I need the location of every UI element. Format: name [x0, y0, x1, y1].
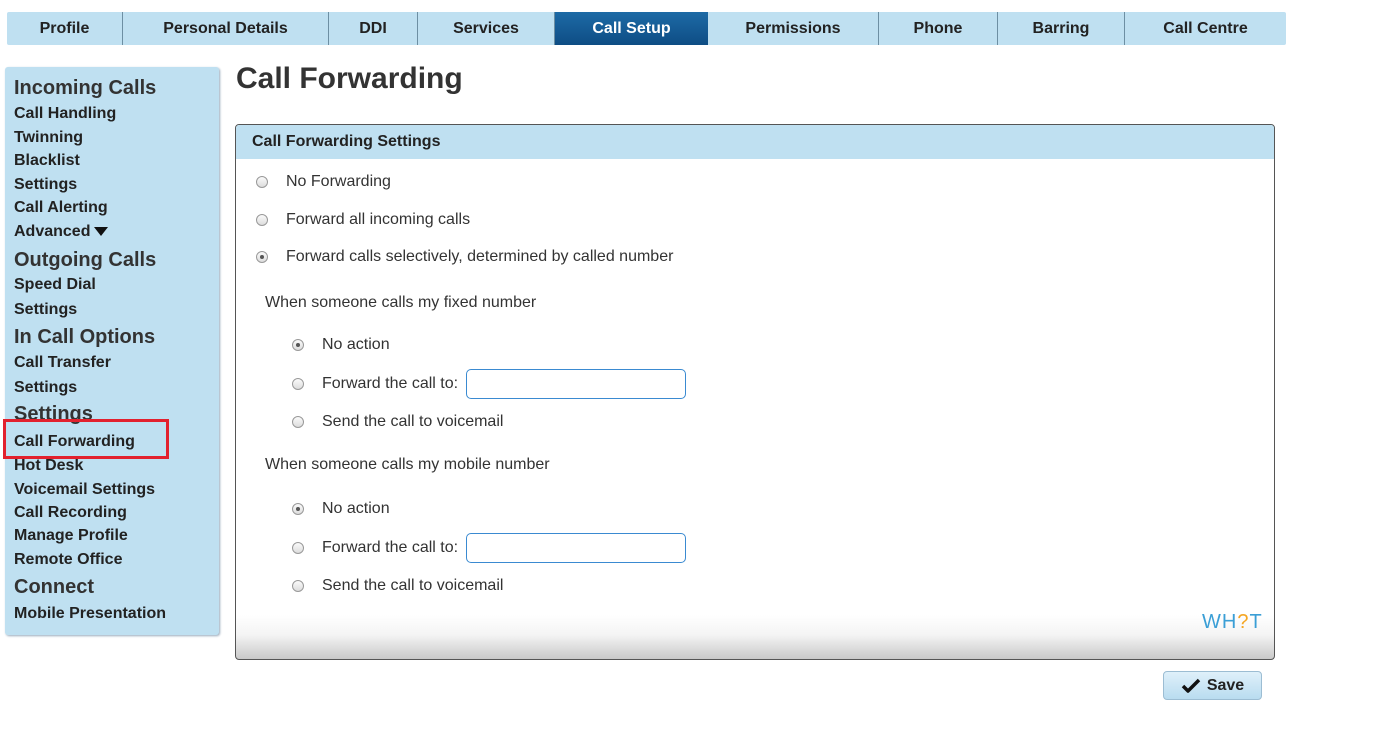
tab-barring[interactable]: Barring [998, 12, 1125, 45]
sidebar-item-outgoing-settings[interactable]: Settings [14, 301, 77, 319]
sidebar-item-manage-profile[interactable]: Manage Profile [14, 527, 128, 545]
mobile-number-heading-label: When someone calls my mobile number [265, 456, 550, 473]
whot-logo: WH?T [1202, 611, 1263, 634]
sidebar-item-remote-office[interactable]: Remote Office [14, 551, 122, 569]
fixed-no-action-label: No action [322, 336, 390, 353]
radio-forward-selective[interactable] [256, 251, 268, 263]
sidebar-item-call-forwarding[interactable]: Call Forwarding [14, 433, 135, 451]
radio-fixed-forward[interactable] [292, 378, 304, 390]
fixed-number-heading: When someone calls my fixed number [265, 294, 536, 312]
tab-call-setup[interactable]: Call Setup [555, 12, 708, 45]
sidebar-item-mobile-presentation[interactable]: Mobile Presentation [14, 605, 166, 623]
sidebar-item-call-handling[interactable]: Call Handling [14, 105, 116, 123]
mobile-no-action-label: No action [322, 500, 390, 517]
option-no-forwarding-label: No Forwarding [286, 173, 391, 190]
sidebar-item-call-recording[interactable]: Call Recording [14, 504, 127, 522]
mobile-option-forward[interactable]: Forward the call to: [292, 533, 687, 563]
logo-text-right: T [1249, 611, 1263, 633]
fixed-option-forward[interactable]: Forward the call to: [292, 369, 687, 399]
tab-phone[interactable]: Phone [879, 12, 998, 45]
radio-fixed-voicemail[interactable] [292, 416, 304, 428]
sidebar-heading-connect: Connect [14, 576, 94, 598]
mobile-forward-label: Forward the call to: [322, 539, 459, 556]
tab-profile[interactable]: Profile [7, 12, 123, 45]
radio-mobile-no-action[interactable] [292, 503, 304, 515]
tab-services[interactable]: Services [418, 12, 555, 45]
page-title: Call Forwarding [236, 62, 463, 95]
fixed-voicemail-label: Send the call to voicemail [322, 413, 504, 430]
logo-question-mark: ? [1237, 611, 1250, 633]
radio-mobile-forward[interactable] [292, 542, 304, 554]
sidebar-item-speed-dial[interactable]: Speed Dial [14, 276, 96, 294]
option-forward-all[interactable]: Forward all incoming calls [256, 211, 470, 229]
sidebar-item-advanced-label: Advanced [14, 223, 91, 240]
save-button-label: Save [1206, 676, 1245, 694]
sidebar-heading-in-call-options: In Call Options [14, 326, 156, 348]
sidebar-item-advanced[interactable]: Advanced [14, 223, 109, 241]
sidebar-item-call-transfer[interactable]: Call Transfer [14, 354, 111, 372]
tab-personal-details[interactable]: Personal Details [123, 12, 329, 45]
mobile-option-no-action[interactable]: No action [292, 500, 390, 518]
mobile-number-heading: When someone calls my mobile number [265, 456, 550, 474]
caret-down-icon [94, 227, 109, 237]
fixed-forward-label: Forward the call to: [322, 375, 459, 392]
option-forward-selective-label: Forward calls selectively, determined by… [286, 248, 674, 265]
sidebar-item-twinning[interactable]: Twinning [14, 129, 83, 147]
sidebar-item-in-call-settings[interactable]: Settings [14, 379, 77, 397]
sidebar-item-blacklist[interactable]: Blacklist [14, 152, 80, 170]
tab-permissions[interactable]: Permissions [708, 12, 879, 45]
radio-no-forwarding[interactable] [256, 176, 268, 188]
sidebar-heading-outgoing-calls: Outgoing Calls [14, 249, 157, 271]
logo-text-left: WH [1202, 611, 1238, 633]
fixed-option-no-action[interactable]: No action [292, 336, 390, 354]
radio-mobile-voicemail[interactable] [292, 580, 304, 592]
radio-forward-all[interactable] [256, 214, 268, 226]
option-no-forwarding[interactable]: No Forwarding [256, 173, 391, 191]
sidebar-item-hot-desk[interactable]: Hot Desk [14, 457, 83, 475]
top-tab-bar: Profile Personal Details DDI Services Ca… [7, 12, 1286, 45]
tab-call-centre[interactable]: Call Centre [1125, 12, 1286, 45]
fixed-option-voicemail[interactable]: Send the call to voicemail [292, 413, 503, 431]
sidebar-item-incoming-settings[interactable]: Settings [14, 176, 77, 194]
fixed-number-heading-label: When someone calls my fixed number [265, 294, 537, 311]
option-forward-selective[interactable]: Forward calls selectively, determined by… [256, 248, 673, 266]
call-forwarding-panel: Call Forwarding Settings No Forwarding F… [235, 124, 1275, 660]
checkmark-icon [1181, 678, 1201, 693]
save-button[interactable]: Save [1163, 671, 1262, 700]
mobile-forward-number-input[interactable] [466, 533, 687, 563]
mobile-option-voicemail[interactable]: Send the call to voicemail [292, 577, 503, 595]
sidebar-item-voicemail-settings[interactable]: Voicemail Settings [14, 481, 155, 499]
sidebar: Incoming Calls Call Handling Twinning Bl… [5, 67, 219, 635]
panel-header: Call Forwarding Settings [236, 125, 1274, 159]
sidebar-heading-incoming-calls: Incoming Calls [14, 77, 157, 99]
sidebar-heading-settings: Settings [14, 403, 93, 425]
mobile-voicemail-label: Send the call to voicemail [322, 577, 504, 594]
option-forward-all-label: Forward all incoming calls [286, 211, 471, 228]
tab-ddi[interactable]: DDI [329, 12, 418, 45]
sidebar-item-call-alerting[interactable]: Call Alerting [14, 199, 108, 217]
fixed-forward-number-input[interactable] [466, 369, 687, 399]
radio-fixed-no-action[interactable] [292, 339, 304, 351]
